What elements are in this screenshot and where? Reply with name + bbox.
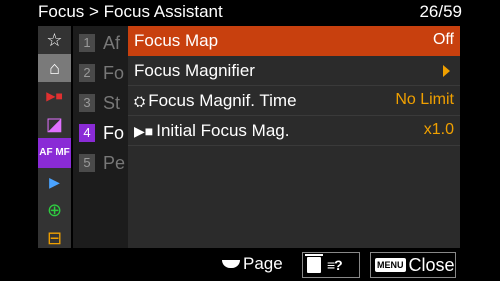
delete-help-button[interactable]: ≡?: [302, 252, 360, 278]
category-tabs: ☆ ⌂ ▶■ ◪ AF MF ▶ ⊕ ⊟: [38, 26, 71, 248]
tab-favorites[interactable]: ☆: [38, 26, 71, 54]
menu-item-label: Focus Magnifier: [134, 61, 255, 80]
page-number: 5: [79, 154, 95, 172]
page-number: 2: [79, 64, 95, 82]
menu-item-label: Focus Map: [134, 31, 219, 50]
menu-list: Focus Map Off Focus Magnifier ⛭ Focus Ma…: [128, 26, 460, 248]
menu-item-value: x1.0: [423, 121, 454, 138]
menu-item-focus-magnifier[interactable]: Focus Magnifier: [128, 56, 460, 86]
close-button[interactable]: MENU Close: [370, 252, 456, 278]
page-abbr: Pe: [103, 152, 126, 173]
af-mf-icon: AF MF: [39, 147, 70, 158]
movie-still-icon: ▶■: [134, 122, 154, 139]
menu-item-initial-focus-mag[interactable]: ▶■ Initial Focus Mag. x1.0: [128, 116, 460, 146]
page-list: 1 Af 2 Fo 3 St 4 Fo 5 Pe: [73, 26, 129, 248]
menu-item-label: Focus Magnif. Time: [148, 91, 297, 110]
exposure-icon: ◪: [45, 114, 63, 134]
tab-network[interactable]: ⊕: [38, 196, 71, 224]
header: Focus > Focus Assistant 26/59: [0, 0, 500, 24]
page-counter: 26/59: [419, 2, 462, 21]
toolbox-icon: ⊟: [46, 228, 63, 248]
page-item-3[interactable]: 3 St: [79, 92, 120, 114]
page-item-1[interactable]: 1 Af: [79, 32, 120, 54]
camera-video-icon: ⛭: [134, 92, 146, 109]
tab-exposure[interactable]: ◪: [38, 110, 71, 138]
page-number: 1: [79, 34, 95, 52]
tab-playback[interactable]: ▶: [38, 168, 71, 196]
tab-movie[interactable]: ▶■: [38, 82, 71, 110]
menu-item-value: No Limit: [395, 91, 454, 108]
menu-item-label: Initial Focus Mag.: [156, 121, 290, 140]
page-number: 3: [79, 94, 95, 112]
menu-item-value: Off: [432, 31, 454, 48]
page-label: Page: [243, 254, 283, 273]
page-abbr: Fo: [103, 122, 125, 143]
control-dial-icon: [222, 260, 240, 268]
tab-focus[interactable]: AF MF: [38, 138, 71, 168]
menu-button-icon: MENU: [375, 258, 406, 272]
movie-icon: ▶■: [46, 89, 63, 103]
footer-bar: Page ≡? MENU Close: [0, 249, 500, 281]
page-item-5[interactable]: 5 Pe: [79, 152, 125, 174]
network-icon: ⊕: [46, 200, 63, 220]
page-abbr: Fo: [103, 62, 125, 83]
help-icon: ≡?: [327, 257, 343, 273]
page-abbr: Af: [103, 32, 121, 53]
home-camera-icon: ⌂: [49, 58, 60, 78]
menu-item-label-wrap: ▶■ Initial Focus Mag.: [134, 121, 289, 141]
playback-icon: ▶: [49, 174, 60, 190]
tab-setup[interactable]: ⊟: [38, 224, 71, 252]
tab-shooting-home[interactable]: ⌂: [38, 54, 71, 82]
menu-item-focus-map[interactable]: Focus Map Off: [128, 26, 460, 56]
page-item-4[interactable]: 4 Fo: [79, 122, 124, 144]
close-label: Close: [408, 254, 455, 275]
chevron-right-icon: [443, 65, 450, 77]
menu-item-label-wrap: ⛭ Focus Magnif. Time: [134, 91, 297, 111]
page-abbr: St: [103, 92, 121, 113]
page-control[interactable]: Page: [222, 254, 283, 274]
page-item-2[interactable]: 2 Fo: [79, 62, 124, 84]
star-icon: ☆: [46, 30, 63, 50]
page-number: 4: [79, 124, 95, 142]
trash-icon: [305, 254, 323, 273]
breadcrumb: Focus > Focus Assistant: [38, 2, 223, 21]
menu-item-focus-magnif-time[interactable]: ⛭ Focus Magnif. Time No Limit: [128, 86, 460, 116]
